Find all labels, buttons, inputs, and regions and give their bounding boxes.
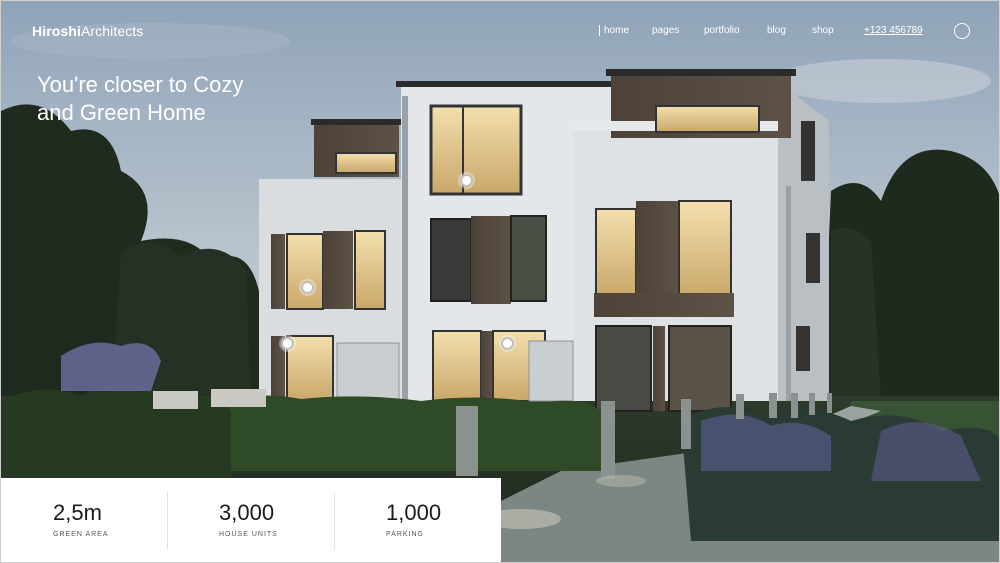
stat-value: 2,5m [53,500,102,525]
nav-item-blog[interactable]: blog [767,25,786,36]
phone-link[interactable]: +123 456789 [864,25,923,36]
page-frame: HiroshiArchitects home pages portfolio b… [0,0,1000,563]
hotspot-dot-icon[interactable] [281,337,294,350]
hero-headline: You're closer to Cozy and Green Home [37,71,243,127]
hotspot-dot-icon[interactable] [301,281,314,294]
nav-item-shop[interactable]: shop [812,25,834,36]
hotspot-dot-icon[interactable] [460,174,473,187]
search-circle-icon[interactable] [954,23,970,39]
stat-green-area: 2,5m GREEN AREA [1,478,167,562]
stat-label: HOUSE UNITS [219,531,278,538]
stats-panel: 2,5m GREEN AREA 3,000 HOUSE UNITS 1,000 … [1,478,501,562]
nav-item-pages[interactable]: pages [652,25,679,36]
main-navigation: home pages portfolio blog shop +123 4567… [1,25,999,41]
nav-item-home[interactable]: home [599,25,629,36]
stat-house-units: 3,000 HOUSE UNITS [167,478,333,562]
hero-headline-line-2: and Green Home [37,100,206,125]
nav-item-portfolio[interactable]: portfolio [704,25,740,36]
hotspot-dot-icon[interactable] [501,337,514,350]
stat-label: GREEN AREA [53,531,109,538]
stat-value: 1,000 [386,500,442,525]
stat-value: 3,000 [219,500,275,525]
stat-label: PARKING [386,531,424,538]
stat-parking: 1,000 PARKING [334,478,500,562]
hero-headline-line-1: You're closer to Cozy [37,72,244,97]
